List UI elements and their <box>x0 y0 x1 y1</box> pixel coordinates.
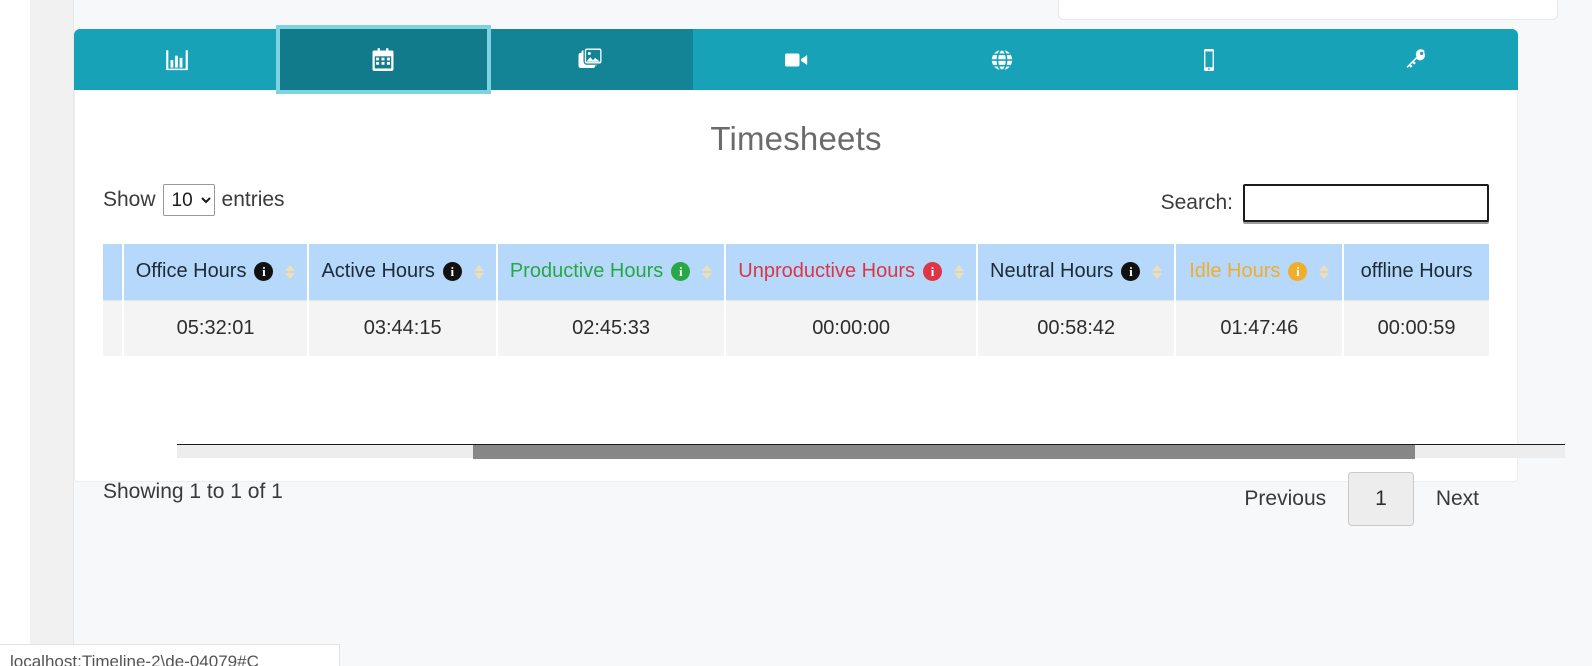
sort-indicator[interactable] <box>285 264 296 279</box>
entries-label: entries <box>221 188 285 211</box>
tab-mobile[interactable] <box>1105 29 1311 90</box>
info-icon[interactable]: i <box>1121 262 1141 282</box>
timesheets-table: hours i Office Hours i <box>103 244 1491 356</box>
column-label: Productive Hours <box>509 260 664 283</box>
bar-chart-icon <box>164 47 190 73</box>
sort-indicator[interactable] <box>702 264 713 279</box>
video-icon <box>782 46 810 74</box>
column-label: Idle Hours <box>1189 260 1281 283</box>
key-icon <box>1402 47 1428 73</box>
column-label: Unproductive Hours <box>738 260 915 283</box>
show-label: Show <box>103 188 156 211</box>
column-label: Office Hours <box>135 260 247 283</box>
pagination: Previous 1 Next <box>1228 472 1495 526</box>
table-head: hours i Office Hours i <box>103 244 1491 300</box>
info-icon[interactable]: i <box>254 262 274 282</box>
cell-productive-hours: 02:45:33 <box>496 299 727 356</box>
calendar-icon <box>370 47 396 73</box>
left-gray-rail <box>30 0 74 666</box>
info-icon[interactable]: i <box>923 262 942 282</box>
partial-card-above <box>1058 0 1558 20</box>
left-white-rail <box>0 0 30 666</box>
tab-recordings[interactable] <box>693 29 899 90</box>
table-body: :33:00 05:32:01 03:44:15 02:45:33 00:00:… <box>103 299 1491 356</box>
tab-screenshots[interactable] <box>486 29 693 90</box>
tab-keystrokes[interactable] <box>1312 29 1518 90</box>
search-control: Search: <box>1161 184 1489 222</box>
status-bar: localhost:Timeline-2\de-04079#C <box>0 644 340 666</box>
cell-office-hours: 05:32:01 <box>122 299 310 356</box>
scrollbar-thumb[interactable] <box>473 445 1415 459</box>
tab-reports[interactable] <box>74 29 280 90</box>
column-header-idle-hours[interactable]: Idle Hours i <box>1175 244 1345 300</box>
cell-unproductive-hours: 00:00:00 <box>725 299 978 356</box>
cell-idle-hours: 01:47:46 <box>1175 299 1345 356</box>
info-icon[interactable]: i <box>442 262 462 282</box>
page-title: Timesheets <box>710 120 882 157</box>
column-header-active-hours[interactable]: Active Hours i <box>308 244 498 300</box>
column-header-neutral-hours[interactable]: Neutral Hours i <box>977 244 1177 300</box>
table-header-row: hours i Office Hours i <box>103 244 1491 300</box>
sort-indicator[interactable] <box>954 264 964 279</box>
sort-indicator[interactable] <box>1319 264 1330 279</box>
cell-active-hours: 03:44:15 <box>308 299 498 356</box>
column-label: offline Hours <box>1360 260 1473 283</box>
tab-web[interactable] <box>899 29 1105 90</box>
table-controls: Show 10 entries Search: <box>75 184 1517 228</box>
table-row[interactable]: :33:00 05:32:01 03:44:15 02:45:33 00:00:… <box>103 299 1491 356</box>
cell-offline-hours: 00:00:59 <box>1343 299 1491 356</box>
cell-neutral-hours: 00:58:42 <box>977 299 1177 356</box>
previous-page-button[interactable]: Previous <box>1228 475 1342 523</box>
status-bar-text: localhost:Timeline-2\de-04079#C <box>10 652 259 666</box>
sort-indicator[interactable] <box>473 264 484 279</box>
search-label: Search: <box>1160 191 1233 214</box>
column-header-office-hours[interactable]: Office Hours i <box>122 244 310 300</box>
column-label: Active Hours <box>321 260 435 283</box>
column-header-hours[interactable]: hours i <box>103 244 124 300</box>
column-header-unproductive-hours[interactable]: Unproductive Hours i <box>725 244 978 300</box>
module-tab-bar <box>74 29 1518 90</box>
timesheets-panel: Timesheets Show 10 entries Search: Offic… <box>74 90 1565 526</box>
next-page-button[interactable]: Next <box>1420 475 1495 523</box>
page-1-button[interactable]: 1 <box>1348 472 1414 526</box>
cell-hours: :33:00 <box>103 299 124 356</box>
column-header-offline-hours[interactable]: offline Hours <box>1343 244 1491 300</box>
column-header-productive-hours[interactable]: Productive Hours i <box>496 244 727 300</box>
sort-indicator[interactable] <box>1152 264 1163 279</box>
mobile-icon <box>1196 47 1222 73</box>
column-label: Neutral Hours <box>990 260 1114 283</box>
images-icon <box>577 46 603 73</box>
info-icon[interactable]: i <box>671 262 691 282</box>
globe-icon <box>989 47 1015 73</box>
entries-select[interactable]: 10 <box>162 184 215 216</box>
showing-info: Showing 1 to 1 of 1 <box>103 480 283 503</box>
table-horizontal-scrollbar[interactable] <box>177 444 1565 459</box>
search-input[interactable] <box>1243 184 1489 222</box>
info-icon[interactable]: i <box>1288 262 1308 282</box>
show-entries-control: Show 10 entries <box>103 184 285 216</box>
tab-timesheets[interactable] <box>280 29 487 90</box>
app-root: Timesheets Show 10 entries Search: Offic… <box>0 0 1592 666</box>
table-footer: Showing 1 to 1 of 1 Previous 1 Next <box>75 472 1517 542</box>
timesheets-table-scroll: hours i Office Hours i <box>103 244 1491 356</box>
